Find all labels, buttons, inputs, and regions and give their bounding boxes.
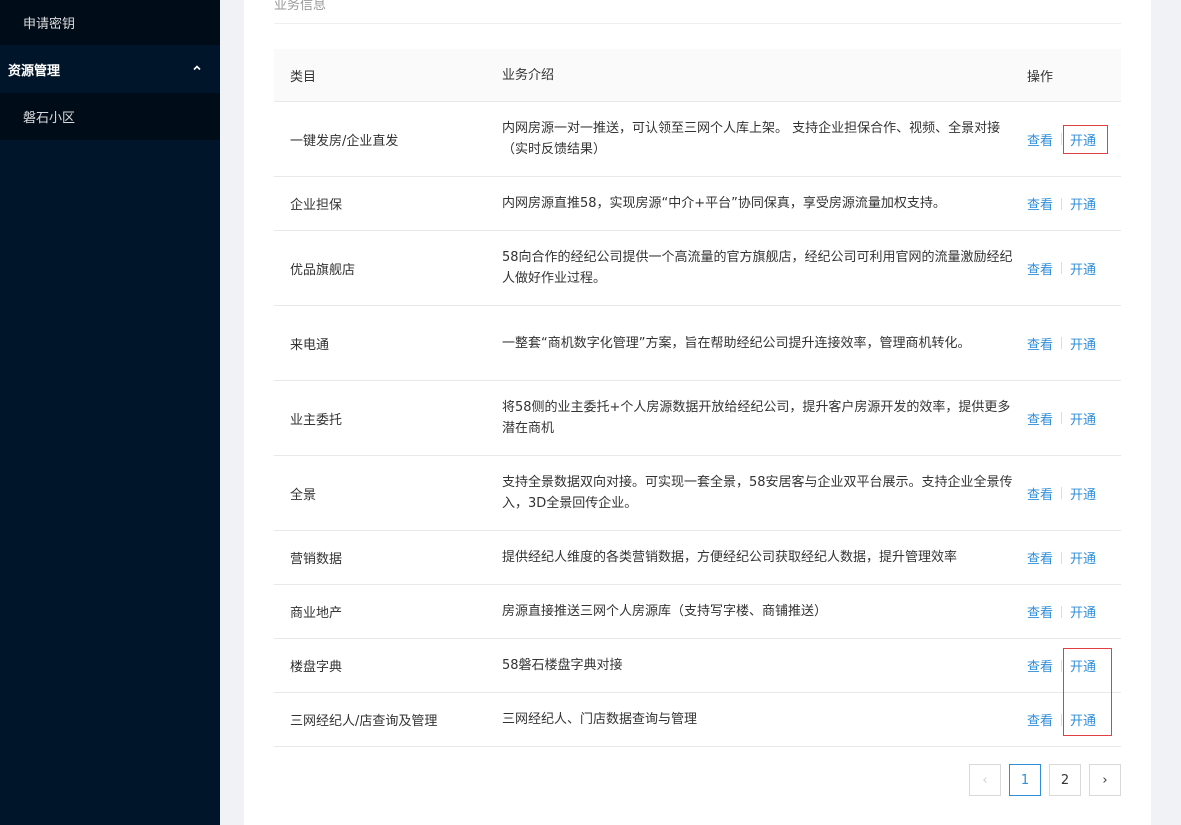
divider [1061,551,1063,564]
row-category: 商业地产 [290,606,343,621]
sidebar-group-resource-management[interactable]: 资源管理 [0,45,220,93]
pagination-prev-button[interactable]: ‹ [969,764,1001,796]
sidebar-group-label: 资源管理 [8,63,61,79]
view-link[interactable]: 查看 [1027,654,1053,677]
view-link[interactable]: 查看 [1027,407,1053,430]
row-category: 楼盘字典 [290,660,343,675]
table-row: 全景 支持全景数据双向对接。可实现一套全景，58安居客与企业双平台展示。支持企业… [274,456,1121,531]
row-description: 58磐石楼盘字典对接 [502,658,623,673]
divider [1061,659,1063,672]
row-category: 优品旗舰店 [290,262,356,278]
pagination-page-1[interactable]: 1 [1009,764,1041,796]
row-description: 提供经纪人维度的各类营销数据，方便经纪公司获取经纪人数据，提升管理效率 [502,550,958,565]
row-actions: 查看 开通 [1027,407,1121,430]
header-category: 类目 [290,69,317,85]
business-table: 类目 业务介绍 操作 一键发房/企业直发 内网房源一对一推送，可认领至三网个人库… [274,49,1121,747]
row-actions: 查看 开通 [1027,654,1121,677]
chevron-left-icon: ‹ [982,772,988,788]
divider [1061,605,1063,618]
divider [1061,487,1063,499]
row-actions: 查看 开通 [1027,257,1121,280]
page-number: 1 [1020,772,1030,788]
header-description: 业务介绍 [502,67,555,83]
row-category: 全景 [290,487,317,503]
row-description: 将58侧的业主委托+个人房源数据开放给经纪公司，提升客户房源开发的效率，提供更多… [502,400,1011,436]
table-row: 三网经纪人/店查询及管理 三网经纪人、门店数据查询与管理 查看 开通 [274,693,1121,747]
table-row: 业主委托 将58侧的业主委托+个人房源数据开放给经纪公司，提升客户房源开发的效率… [274,381,1121,456]
chevron-up-icon [193,65,201,71]
table-row: 商业地产 房源直接推送三网个人房源库（支持写字楼、商铺推送） 查看 开通 [274,585,1121,639]
table-row: 企业担保 内网房源直推58，实现房源“中介+平台”协同保真，享受房源流量加权支持… [274,177,1121,231]
open-link[interactable]: 开通 [1070,332,1096,355]
row-actions: 查看 开通 [1027,192,1121,215]
divider [1061,412,1063,424]
table-header: 类目 业务介绍 操作 [274,49,1121,102]
row-actions: 查看 开通 [1027,332,1121,355]
row-category: 企业担保 [290,198,343,213]
sidebar-item-apply-key[interactable]: 申请密钥 [0,0,220,45]
section-title: 业务信息 [274,0,327,13]
row-description: 房源直接推送三网个人房源库（支持写字楼、商铺推送） [502,604,828,619]
row-actions: 查看 开通 [1027,600,1121,623]
divider [1061,337,1063,349]
view-link[interactable]: 查看 [1027,546,1053,569]
row-actions: 查看 开通 [1027,482,1121,505]
sidebar-item-panshi-community[interactable]: 磐石小区 [0,93,220,140]
table-row: 来电通 一整套“商机数字化管理”方案，旨在帮助经纪公司提升连接效率，管理商机转化… [274,306,1121,381]
row-category: 来电通 [290,337,330,353]
chevron-right-icon: › [1102,772,1108,788]
row-category: 一键发房/企业直发 [290,133,399,149]
row-description: 内网房源直推58，实现房源“中介+平台”协同保真，享受房源流量加权支持。 [502,196,946,211]
open-link[interactable]: 开通 [1070,257,1096,280]
main-card: 业务信息 类目 业务介绍 操作 一键发房/企业直发 内网房源一对一推送，可认领至… [244,0,1151,825]
view-link[interactable]: 查看 [1027,128,1053,151]
row-description: 58向合作的经纪公司提供一个高流量的官方旗舰店，经纪公司可利用官网的流量激励经纪… [502,250,1013,286]
row-category: 营销数据 [290,552,343,567]
table-row: 营销数据 提供经纪人维度的各类营销数据，方便经纪公司获取经纪人数据，提升管理效率… [274,531,1121,585]
page-number: 2 [1060,772,1070,788]
view-link[interactable]: 查看 [1027,192,1053,215]
sidebar: 申请密钥 资源管理 磐石小区 [0,0,220,825]
table-row: 优品旗舰店 58向合作的经纪公司提供一个高流量的官方旗舰店，经纪公司可利用官网的… [274,231,1121,306]
row-actions: 查看 开通 [1027,546,1121,569]
row-category: 业主委托 [290,412,343,428]
sidebar-item-label: 申请密钥 [23,17,76,32]
row-description: 三网经纪人、门店数据查询与管理 [502,712,698,727]
open-link[interactable]: 开通 [1070,128,1096,151]
divider [1061,262,1063,274]
row-description: 一整套“商机数字化管理”方案，旨在帮助经纪公司提升连接效率，管理商机转化。 [502,335,971,351]
open-link[interactable]: 开通 [1070,600,1096,623]
divider [1061,133,1063,145]
view-link[interactable]: 查看 [1027,482,1053,505]
divider [274,23,1121,24]
pagination-next-button[interactable]: › [1089,764,1121,796]
table-row: 一键发房/企业直发 内网房源一对一推送，可认领至三网个人库上架。 支持企业担保合… [274,102,1121,177]
divider [1061,713,1063,726]
open-link[interactable]: 开通 [1070,407,1096,430]
view-link[interactable]: 查看 [1027,332,1053,355]
row-actions: 查看 开通 [1027,708,1121,731]
view-link[interactable]: 查看 [1027,708,1053,731]
table-row: 楼盘字典 58磐石楼盘字典对接 查看 开通 [274,639,1121,693]
row-category: 三网经纪人/店查询及管理 [290,714,438,729]
view-link[interactable]: 查看 [1027,257,1053,280]
sidebar-item-label: 磐石小区 [23,111,76,126]
header-actions: 操作 [1027,69,1054,85]
row-description: 支持全景数据双向对接。可实现一套全景，58安居客与企业双平台展示。支持企业全景传… [502,475,1013,511]
row-actions: 查看 开通 [1027,128,1121,151]
view-link[interactable]: 查看 [1027,600,1053,623]
open-link[interactable]: 开通 [1070,708,1096,731]
divider [1061,197,1063,210]
open-link[interactable]: 开通 [1070,546,1096,569]
row-description: 内网房源一对一推送，可认领至三网个人库上架。 支持企业担保合作、视频、全景对接（… [502,121,1001,157]
pagination-page-2[interactable]: 2 [1049,764,1081,796]
open-link[interactable]: 开通 [1070,654,1096,677]
open-link[interactable]: 开通 [1070,192,1096,215]
open-link[interactable]: 开通 [1070,482,1096,505]
